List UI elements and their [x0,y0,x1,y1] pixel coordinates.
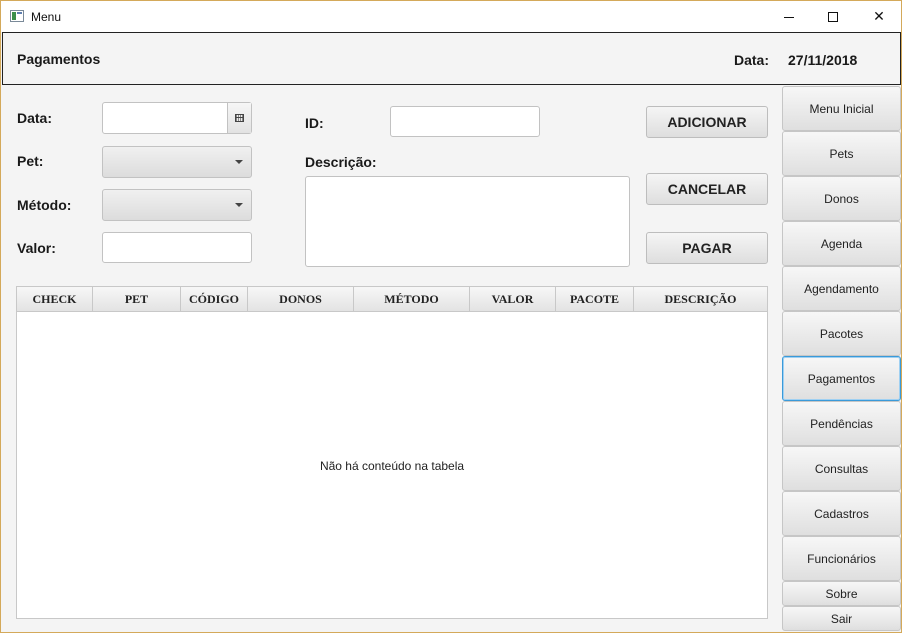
header-date-label: Data: [734,52,770,68]
column-header-donos[interactable]: DONOS [248,287,354,311]
minimize-icon [784,16,794,18]
window-title: Menu [31,10,62,24]
data-label: Data: [17,110,53,126]
sidebar-item-pacotes[interactable]: Pacotes [782,311,901,356]
sidebar-item-menu-inicial[interactable]: Menu Inicial [782,86,901,131]
maximize-button[interactable] [810,1,856,33]
column-header-check[interactable]: CHECK [17,287,93,311]
calendar-button[interactable] [227,103,251,133]
sidebar-item-consultas[interactable]: Consultas [782,446,901,491]
cancelar-button[interactable]: CANCELAR [646,173,768,205]
chevron-down-icon [235,160,243,164]
sidebar-item-funcionarios[interactable]: Funcionários [782,536,901,581]
close-icon: ✕ [873,9,885,25]
chevron-down-icon [235,203,243,207]
page-title: Pagamentos [17,51,101,67]
close-button[interactable]: ✕ [856,1,902,33]
adicionar-button[interactable]: ADICIONAR [646,106,768,138]
app-icon [10,10,24,22]
header-date-value: 27/11/2018 [788,52,858,68]
sidebar-item-pendencias[interactable]: Pendências [782,401,901,446]
calendar-icon [235,114,244,122]
sidebar-item-sobre[interactable]: Sobre [782,581,901,606]
column-header-metodo[interactable]: MÉTODO [354,287,470,311]
sidebar-item-agenda[interactable]: Agenda [782,221,901,266]
valor-label: Valor: [17,240,56,256]
minimize-button[interactable] [766,1,812,33]
maximize-icon [828,12,838,22]
column-header-valor[interactable]: VALOR [470,287,556,311]
title-bar: Menu ✕ [1,0,901,32]
sidebar-item-cadastros[interactable]: Cadastros [782,491,901,536]
id-input[interactable] [390,106,540,137]
sidebar-item-donos[interactable]: Donos [782,176,901,221]
id-label: ID: [305,115,324,131]
page-header: Pagamentos Data: 27/11/2018 [2,32,901,85]
data-input[interactable] [103,103,227,133]
sidebar-item-pagamentos[interactable]: Pagamentos [782,356,901,401]
sidebar-item-agendamento[interactable]: Agendamento [782,266,901,311]
pet-combobox[interactable] [102,146,252,178]
pagar-button[interactable]: PAGAR [646,232,768,264]
sidebar-item-sair[interactable]: Sair [782,606,901,631]
sidebar-item-pets[interactable]: Pets [782,131,901,176]
data-date-picker [102,102,252,134]
payments-table[interactable]: CHECK PET CÓDIGO DONOS MÉTODO VALOR PACO… [16,286,768,619]
table-empty-message: Não há conteúdo na tabela [319,459,465,473]
column-header-codigo[interactable]: CÓDIGO [181,287,248,311]
metodo-label: Método: [17,197,72,213]
column-header-pacote[interactable]: PACOTE [556,287,634,311]
pet-label: Pet: [17,153,44,169]
descricao-textarea[interactable] [305,176,630,267]
metodo-combobox[interactable] [102,189,252,221]
valor-input[interactable] [102,232,252,263]
column-header-descricao[interactable]: DESCRIÇÃO [634,287,767,311]
descricao-label: Descrição: [305,154,377,170]
app-window: Menu ✕ Pagamentos Data: 27/11/2018 Data:… [0,0,902,633]
table-header: CHECK PET CÓDIGO DONOS MÉTODO VALOR PACO… [17,287,767,312]
column-header-pet[interactable]: PET [93,287,181,311]
